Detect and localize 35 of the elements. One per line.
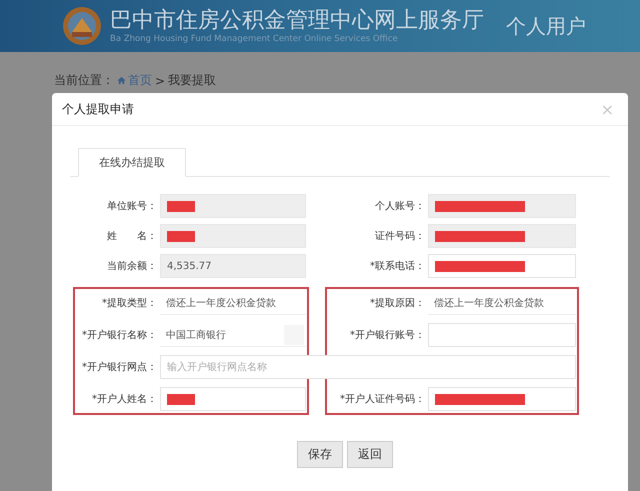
breadcrumb-label: 当前位置： [54,72,114,89]
field-label: 姓 名： [107,230,158,243]
field-value: 中国工商银行 [166,328,226,342]
input-field[interactable] [428,387,576,411]
field-label: *提取类型： [102,296,158,310]
emblem-icon [62,6,102,46]
field-value: 偿还上一年度公积金贷款 [166,296,276,310]
field-label: *开户人证件号码： [340,392,426,406]
field-label: *开户银行名称： [82,328,158,342]
tab[interactable]: 在线办结提取 [78,148,186,177]
field-label: 个人账号： [375,200,426,213]
input-field[interactable]: 中国工商银行 [160,323,306,347]
breadcrumb-separator: > [155,74,166,88]
dialog-title: 个人提取申请 [62,100,134,118]
field-label: 当前余额： [107,260,158,273]
user-area-label: 个人用户 [506,12,586,40]
breadcrumb-current: 我要提取 [168,72,216,89]
field-label: *联系电话： [370,260,426,273]
input-field[interactable] [428,323,576,347]
field-value: 偿还上一年度公积金贷款 [434,296,544,310]
input-field[interactable] [160,387,306,411]
input-field[interactable] [428,254,576,278]
home-icon [117,76,126,85]
field-label: *提取原因： [370,297,426,310]
site-subtitle: Ba Zhong Housing Fund Management Center Online Services Office [110,34,399,44]
field-label: *开户人姓名： [92,392,158,406]
site-title: 巴中市住房公积金管理中心网上服务厅 [110,8,484,34]
field-value: 4,535.77 [167,260,212,272]
back-button[interactable]: 返回 [347,441,393,468]
field-label: 证件号码： [375,230,426,243]
field-label: *开户银行账号： [350,328,426,342]
placeholder-text: 输入开户银行网点名称 [167,360,267,374]
field-label: 单位账号： [107,200,158,213]
save-button[interactable]: 保存 [297,441,343,468]
field-label: *开户银行网点： [82,360,158,374]
